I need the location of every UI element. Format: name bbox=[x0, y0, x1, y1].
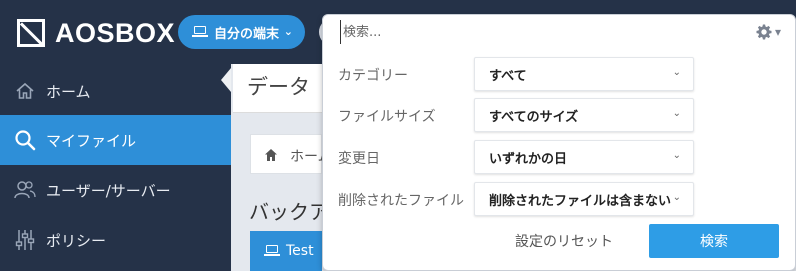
deleted-files-select[interactable]: 削除されたファイルは含まない ⌄ bbox=[474, 182, 694, 216]
modified-date-select[interactable]: いずれかの日 ⌄ bbox=[474, 140, 694, 174]
device-row[interactable]: Test bbox=[250, 231, 322, 271]
category-select-value: すべて bbox=[489, 68, 527, 84]
sidebar-item-label: ホーム bbox=[46, 82, 91, 101]
sidebar-item-home[interactable]: ホーム bbox=[0, 66, 231, 116]
sidebar-item-policy[interactable]: ポリシー bbox=[0, 215, 231, 265]
logo[interactable]: AOSBOX bbox=[17, 17, 175, 49]
chevron-down-icon: ⌄ bbox=[672, 67, 681, 78]
home-icon bbox=[14, 80, 36, 102]
sidebar-item-users[interactable]: ユーザー/サーバー bbox=[0, 165, 231, 215]
laptop-icon bbox=[264, 245, 280, 257]
sliders-icon bbox=[14, 229, 36, 251]
chevron-down-icon: ⌄ bbox=[283, 25, 293, 38]
search-input[interactable] bbox=[340, 20, 740, 44]
chevron-down-icon: ⌄ bbox=[672, 150, 681, 161]
sidebar-item-label: ポリシー bbox=[46, 231, 107, 250]
search-settings-button[interactable]: ▾ bbox=[756, 23, 788, 41]
modified-date-select-value: いずれかの日 bbox=[489, 151, 568, 167]
logo-icon bbox=[17, 19, 45, 47]
chevron-down-icon: ⌄ bbox=[672, 192, 681, 203]
file-size-select-value: すべてのサイズ bbox=[489, 109, 579, 125]
users-icon bbox=[14, 179, 36, 201]
logo-text: AOSBOX bbox=[55, 17, 176, 48]
page-title: データ bbox=[247, 75, 310, 99]
reset-settings-button[interactable]: 設定のリセット bbox=[504, 225, 624, 257]
deleted-files-select-value: 削除されたファイルは含まない bbox=[489, 193, 672, 209]
search-button[interactable]: 検索 bbox=[649, 224, 779, 258]
file-size-select[interactable]: すべてのサイズ ⌄ bbox=[474, 98, 694, 132]
laptop-icon bbox=[192, 26, 208, 38]
section-title: バックアップ bbox=[249, 200, 322, 224]
filter-label-deleted-files: 削除されたファイル bbox=[338, 193, 464, 209]
sidebar-item-label: ユーザー/サーバー bbox=[46, 181, 171, 200]
filter-label-modified-date: 変更日 bbox=[338, 151, 380, 167]
gear-icon bbox=[756, 24, 772, 40]
active-caret bbox=[221, 68, 231, 92]
filter-label-file-size: ファイルサイズ bbox=[338, 109, 436, 125]
category-select[interactable]: すべて ⌄ bbox=[474, 57, 694, 91]
device-selector-label: 自分の端末 bbox=[214, 26, 280, 42]
sidebar-item-label: マイファイル bbox=[46, 131, 137, 150]
chevron-down-icon: ⌄ bbox=[672, 108, 681, 119]
home-icon[interactable] bbox=[264, 147, 278, 161]
search-icon bbox=[14, 129, 36, 151]
device-row-label: Test bbox=[286, 243, 314, 259]
breadcrumb-home[interactable]: ホーム bbox=[290, 146, 322, 166]
sidebar-item-my-files[interactable]: マイファイル bbox=[0, 115, 231, 165]
chevron-down-icon: ▾ bbox=[775, 25, 782, 39]
filter-label-category: カテゴリー bbox=[338, 68, 408, 84]
device-selector-button[interactable]: 自分の端末 ⌄ bbox=[178, 15, 305, 49]
